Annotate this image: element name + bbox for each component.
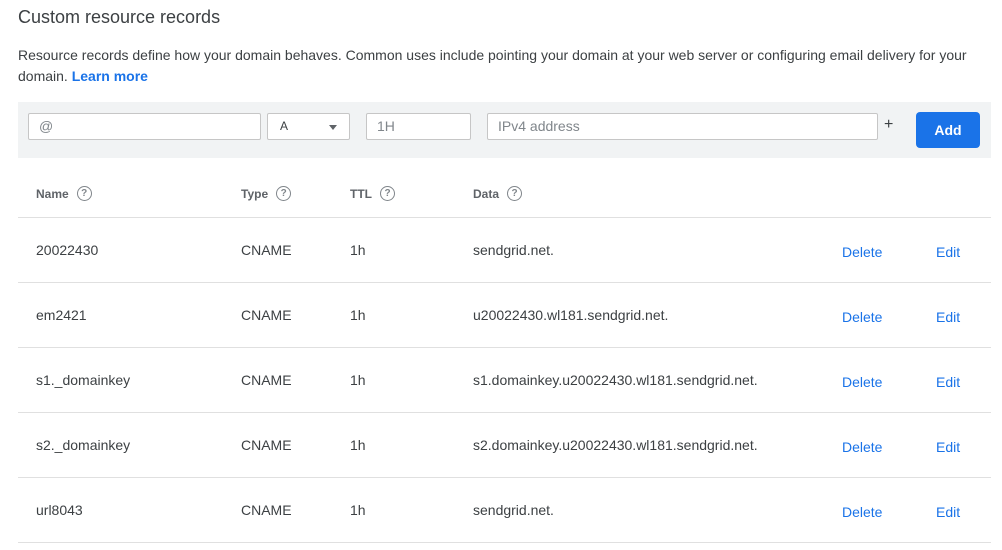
table-row: 20022430 CNAME 1h sendgrid.net. Delete E… xyxy=(18,218,991,283)
edit-button[interactable]: Edit xyxy=(936,372,960,392)
type-select[interactable]: A xyxy=(267,113,350,140)
table-row: s2._domainkey CNAME 1h s2.domainkey.u200… xyxy=(18,413,991,478)
header-name: Name? xyxy=(36,172,92,217)
record-name: url8043 xyxy=(36,502,83,518)
delete-button[interactable]: Delete xyxy=(842,372,882,392)
help-circle-icon[interactable]: ? xyxy=(76,186,92,202)
record-data: s1.domainkey.u20022430.wl181.sendgrid.ne… xyxy=(473,372,758,388)
record-data: s2.domainkey.u20022430.wl181.sendgrid.ne… xyxy=(473,437,758,453)
delete-button[interactable]: Delete xyxy=(842,502,882,522)
dropdown-caret-icon xyxy=(329,125,337,130)
type-select-value: A xyxy=(280,119,289,133)
description-text: Resource records define how your domain … xyxy=(18,47,967,84)
record-data: sendgrid.net. xyxy=(473,242,554,258)
table-row: s1._domainkey CNAME 1h s1.domainkey.u200… xyxy=(18,348,991,413)
delete-button[interactable]: Delete xyxy=(842,242,882,262)
header-data: Data? xyxy=(473,172,523,217)
add-button[interactable]: Add xyxy=(916,112,980,148)
record-type: CNAME xyxy=(241,502,292,518)
record-type: CNAME xyxy=(241,242,292,258)
record-name: s2._domainkey xyxy=(36,437,131,453)
page-title: Custom resource records xyxy=(18,7,221,27)
learn-more-link[interactable]: Learn more xyxy=(72,68,148,84)
delete-button[interactable]: Delete xyxy=(842,437,882,457)
edit-button[interactable]: Edit xyxy=(936,307,960,327)
table-row: em2421 CNAME 1h u20022430.wl181.sendgrid… xyxy=(18,283,991,348)
page-description: Resource records define how your domain … xyxy=(18,45,978,87)
record-data: u20022430.wl181.sendgrid.net. xyxy=(473,307,669,323)
delete-button[interactable]: Delete xyxy=(842,307,882,327)
table-header: Name? Type? TTL? Data? xyxy=(18,172,991,218)
edit-button[interactable]: Edit xyxy=(936,437,960,457)
record-type: CNAME xyxy=(241,307,292,323)
header-type: Type? xyxy=(241,172,292,217)
record-name: s1._domainkey xyxy=(36,372,131,388)
help-circle-icon[interactable]: ? xyxy=(380,186,395,202)
help-circle-icon[interactable]: ? xyxy=(276,186,292,202)
table-row: url8043 CNAME 1h sendgrid.net. Delete Ed… xyxy=(18,478,991,543)
edit-button[interactable]: Edit xyxy=(936,502,960,522)
ttl-input[interactable]: 1H xyxy=(366,113,471,140)
data-input[interactable]: IPv4 address xyxy=(487,113,878,140)
help-circle-icon[interactable]: ? xyxy=(507,186,523,202)
record-ttl: 1h xyxy=(350,502,366,518)
records-table: Name? Type? TTL? Data? 20022430 CNAME 1h… xyxy=(18,172,991,543)
record-ttl: 1h xyxy=(350,307,366,323)
add-record-form: @ A 1H IPv4 address + Add xyxy=(18,102,991,158)
name-input[interactable]: @ xyxy=(28,113,261,140)
record-ttl: 1h xyxy=(350,372,366,388)
record-data: sendgrid.net. xyxy=(473,502,554,518)
record-name: 20022430 xyxy=(36,242,99,258)
record-type: CNAME xyxy=(241,372,292,388)
record-ttl: 1h xyxy=(350,242,366,258)
record-name: em2421 xyxy=(36,307,87,323)
record-ttl: 1h xyxy=(350,437,366,453)
record-type: CNAME xyxy=(241,437,292,453)
header-ttl: TTL? xyxy=(350,172,395,217)
edit-button[interactable]: Edit xyxy=(936,242,960,262)
add-field-plus-icon[interactable]: + xyxy=(884,117,893,133)
